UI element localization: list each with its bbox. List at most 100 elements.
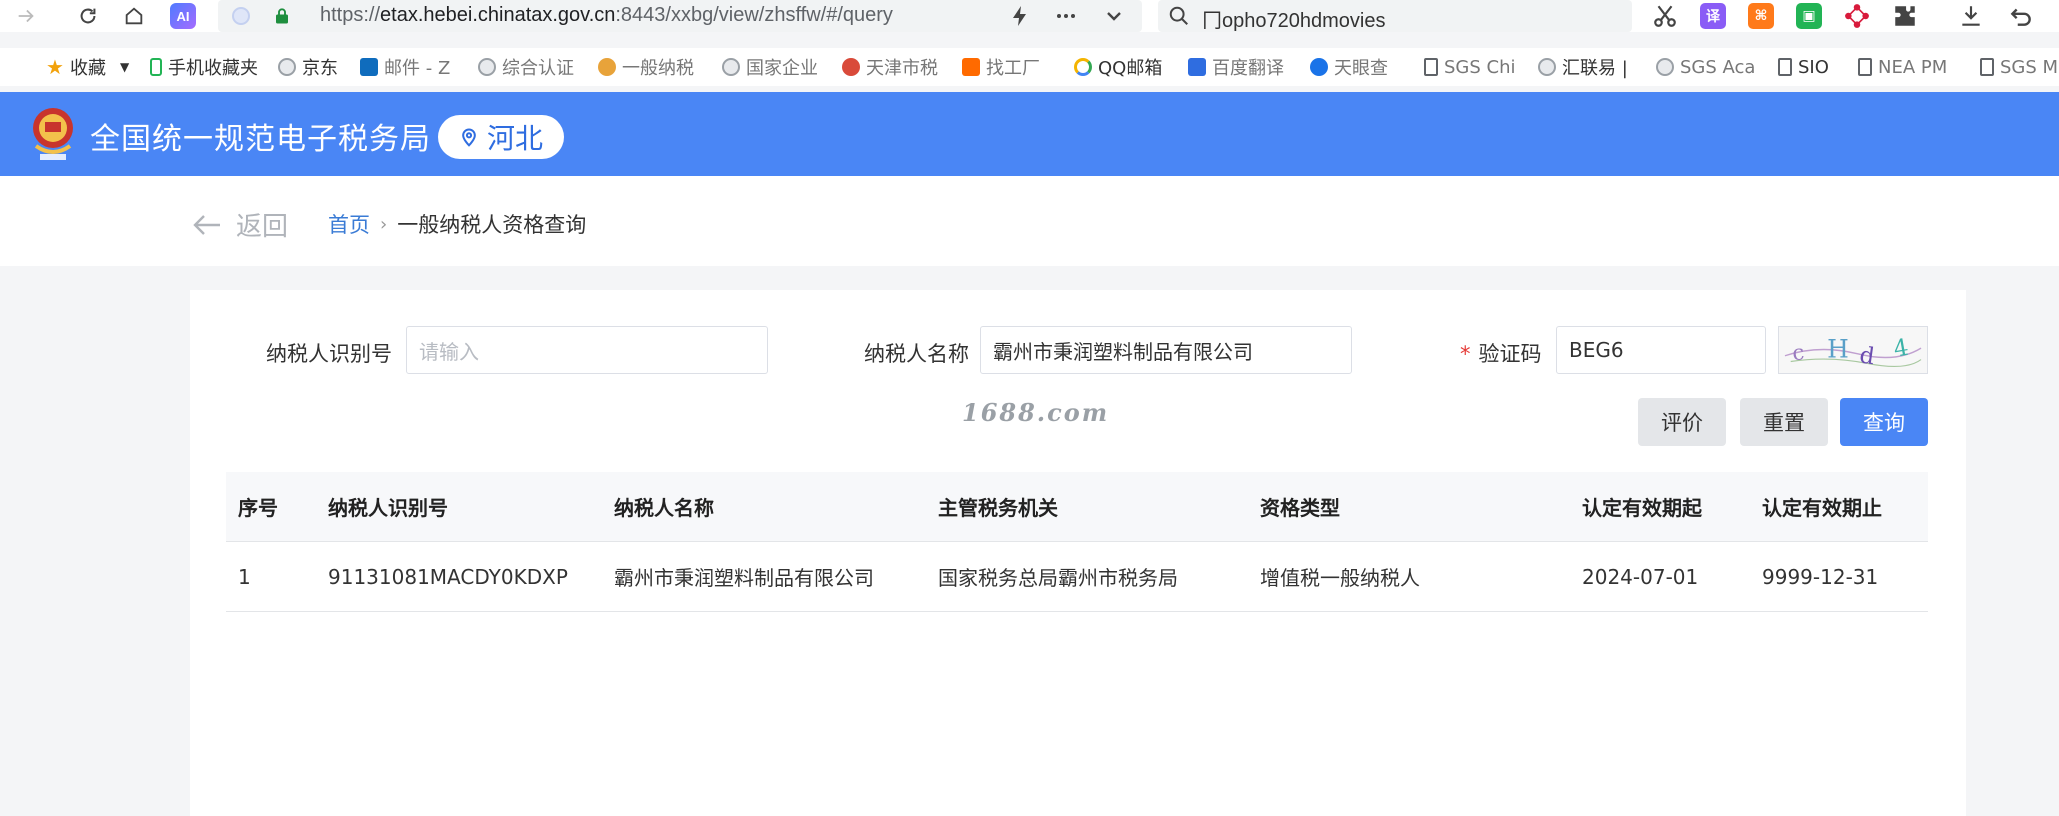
back-label: 返回 (236, 212, 289, 242)
lock-icon[interactable] (273, 7, 291, 25)
cell-valid-to: 9999-12-31 (1762, 564, 1879, 589)
watermark-text: 1688.com (962, 398, 1110, 427)
emblem-icon (598, 58, 616, 76)
bookmark-enterprise[interactable]: 国家企业 (722, 54, 818, 80)
game-controller-icon[interactable]: ⌘ (1748, 3, 1774, 29)
bookmark-qqmail[interactable]: QQ邮箱 (1074, 54, 1162, 80)
header-taxpayer-id: 纳税人识别号 (328, 496, 448, 520)
bookmark-sio[interactable]: SIO (1778, 54, 1829, 80)
captcha-image[interactable]: c H d 4 (1778, 326, 1928, 374)
bookmark-auth[interactable]: 综合认证 (478, 54, 574, 80)
bookmark-mail[interactable]: 邮件 - Z (360, 54, 450, 80)
network-icon[interactable] (1844, 3, 1870, 29)
breadcrumb-separator: › (380, 213, 388, 235)
translate-icon (1188, 58, 1206, 76)
bookmark-huilianyi[interactable]: 汇联易 | (1538, 54, 1628, 80)
tax-emblem-icon (33, 108, 73, 160)
scissors-icon[interactable] (1652, 3, 1678, 29)
bookmark-sgs-m[interactable]: SGS M (1980, 54, 2058, 80)
arrow-left-icon (193, 214, 220, 235)
taxpayer-id-label: 纳税人识别号 (266, 342, 392, 366)
download-icon[interactable] (1958, 3, 1984, 29)
captcha-input[interactable]: BEG6 (1556, 326, 1766, 374)
document-icon (1980, 58, 1994, 76)
ai-assistant-icon[interactable]: AI (170, 3, 196, 29)
breadcrumb-home-link[interactable]: 首页 (328, 209, 370, 239)
phone-icon (150, 58, 162, 76)
bookmark-factory[interactable]: 找工厂 (962, 54, 1040, 80)
globe-icon (478, 58, 496, 76)
cell-qualification-type: 增值税一般纳税人 (1260, 566, 1420, 590)
globe-icon (722, 58, 740, 76)
svg-text:4: 4 (1892, 335, 1911, 363)
evaluate-button[interactable]: 评价 (1638, 398, 1726, 446)
query-button[interactable]: 查询 (1840, 398, 1928, 446)
book-icon[interactable]: ▣ (1796, 3, 1822, 29)
qqmail-icon (1074, 58, 1092, 76)
bookmark-tianjin[interactable]: 天津市税 (842, 54, 938, 80)
site-shield-icon[interactable] (232, 7, 250, 25)
reload-icon[interactable] (74, 2, 102, 30)
search-icon (1169, 6, 1188, 25)
cell-index: 1 (238, 564, 251, 589)
bookmark-mobile[interactable]: 手机收藏夹 (150, 54, 258, 80)
query-card: 纳税人识别号 请输入 纳税人名称 霸州市秉润塑料制品有限公司 * 验证码 BEG6… (190, 290, 1966, 816)
results-table: 序号 纳税人识别号 纳税人名称 主管税务机关 资格类型 认定有效期起 认定有效期… (226, 472, 1928, 612)
outlook-icon (360, 58, 378, 76)
document-icon (1858, 58, 1872, 76)
header-valid-to: 认定有效期止 (1762, 496, 1882, 520)
taxpayer-name-label: 纳税人名称 (864, 342, 969, 366)
address-bar[interactable]: https://etax.hebei.chinatax.gov.cn:8443/… (218, 0, 1142, 32)
puzzle-icon[interactable] (1892, 3, 1918, 29)
cell-taxpayer-id: 91131081MACDY0KDXP (328, 564, 568, 589)
document-icon (1424, 58, 1438, 76)
region-selector[interactable]: 河北 (438, 115, 564, 159)
emblem-icon (842, 58, 860, 76)
chevron-down-icon[interactable]: ▼ (120, 60, 129, 74)
breadcrumb: 首页 › 一般纳税人资格查询 (328, 209, 586, 239)
home-icon[interactable] (120, 2, 148, 30)
translate-icon[interactable]: 译 (1700, 3, 1726, 29)
table-row[interactable]: 1 91131081MACDY0KDXP 霸州市秉润塑料制品有限公司 国家税务总… (226, 542, 1928, 612)
site-header: 全国统一规范电子税务局 河北 (0, 92, 2059, 176)
bookmark-favorites[interactable]: ★ 收藏 ▼ (46, 54, 129, 80)
lightning-icon[interactable] (1008, 4, 1032, 28)
site-title: 全国统一规范电子税务局 (90, 122, 431, 157)
browser-toolbar: AI https://etax.hebei.chinatax.gov.cn:84… (0, 0, 2059, 32)
reset-button[interactable]: 重置 (1740, 398, 1828, 446)
undo-icon[interactable] (2008, 3, 2034, 29)
star-icon: ★ (46, 55, 64, 79)
back-button[interactable]: 返回 (192, 206, 288, 243)
svg-text:H: H (1827, 335, 1849, 364)
search-bar[interactable]: 冂opho720hdmovies (1158, 0, 1632, 32)
tianyancha-icon (1310, 58, 1328, 76)
bookmark-baidu-translate[interactable]: 百度翻译 (1188, 54, 1284, 80)
forward-icon[interactable] (12, 2, 40, 30)
header-qualification-type: 资格类型 (1260, 496, 1340, 520)
sub-navigation-bar: 返回 首页 › 一般纳税人资格查询 (0, 176, 2059, 266)
svg-text:d: d (1858, 342, 1876, 370)
bookmark-taxpayer[interactable]: 一般纳税 (598, 54, 694, 80)
bookmark-jd[interactable]: 京东 (278, 54, 338, 80)
globe-icon (1656, 58, 1674, 76)
bookmark-nea-pm[interactable]: NEA PM (1858, 54, 1947, 80)
svg-text:c: c (1791, 339, 1805, 365)
region-label: 河北 (486, 122, 543, 155)
more-icon[interactable] (1054, 4, 1078, 28)
globe-icon (278, 58, 296, 76)
header-valid-from: 认定有效期起 (1582, 496, 1702, 520)
globe-icon (1538, 58, 1556, 76)
captcha-label: * 验证码 (1460, 342, 1542, 366)
bookmark-sgs-academy[interactable]: SGS Aca (1656, 54, 1755, 80)
search-input[interactable]: 冂opho720hdmovies (1202, 4, 1385, 33)
taxpayer-id-input[interactable]: 请输入 (406, 326, 768, 374)
cell-taxpayer-name: 霸州市秉润塑料制品有限公司 (614, 566, 874, 590)
taxpayer-name-input[interactable]: 霸州市秉润塑料制品有限公司 (980, 326, 1352, 374)
chevron-down-icon[interactable] (1102, 4, 1126, 28)
required-mark: * (1460, 342, 1471, 366)
url-text[interactable]: https://etax.hebei.chinatax.gov.cn:8443/… (320, 4, 893, 27)
bookmark-tianyancha[interactable]: 天眼查 (1310, 54, 1388, 80)
cell-valid-from: 2024-07-01 (1582, 564, 1699, 589)
header-taxpayer-name: 纳税人名称 (614, 496, 714, 520)
bookmark-sgs-china[interactable]: SGS Chi (1424, 54, 1516, 80)
